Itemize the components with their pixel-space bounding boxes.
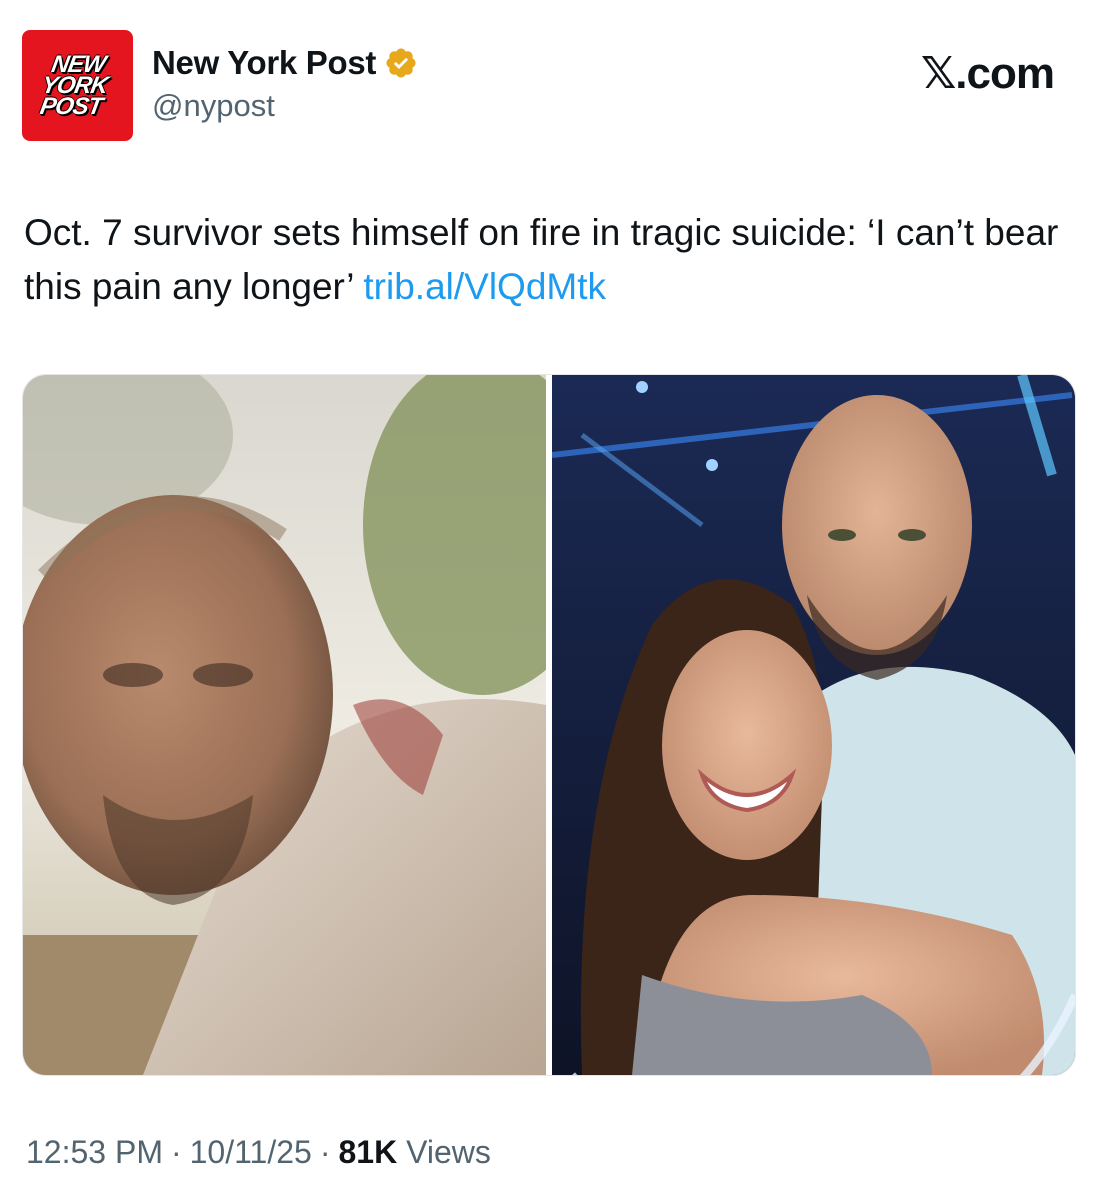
- new-york-post-logo: NEW YORK POST: [36, 51, 112, 120]
- x-com-label: 𝕏.com: [920, 49, 1055, 98]
- verified-badge-icon: [386, 48, 416, 78]
- tweet-text: Oct. 7 survivor sets himself on fire in …: [24, 206, 1064, 314]
- tweet-time[interactable]: 12:53 PM: [26, 1134, 163, 1171]
- separator: ·: [170, 1134, 182, 1170]
- photo-left-image: [23, 375, 546, 1075]
- views-label: Views: [406, 1134, 491, 1170]
- account-name-block: New York Post @nypost: [152, 44, 418, 124]
- display-name-row[interactable]: New York Post: [152, 44, 418, 82]
- tweet-link[interactable]: trib.al/VlQdMtk: [363, 266, 606, 307]
- views-count: 81K: [338, 1134, 398, 1170]
- separator: ·: [319, 1134, 331, 1170]
- photo-right-image: [552, 375, 1075, 1075]
- tweet-meta: 12:53 PM · 10/11/25 · 81K Views: [26, 1134, 491, 1171]
- handle[interactable]: @nypost: [152, 88, 418, 124]
- tweet-date[interactable]: 10/11/25: [190, 1134, 312, 1171]
- display-name[interactable]: New York Post: [152, 44, 376, 82]
- logo-line-3: POST: [37, 93, 104, 120]
- media-grid: [22, 374, 1076, 1076]
- avatar[interactable]: NEW YORK POST: [22, 30, 133, 141]
- photo-left[interactable]: [23, 375, 546, 1075]
- photo-right[interactable]: [552, 375, 1075, 1075]
